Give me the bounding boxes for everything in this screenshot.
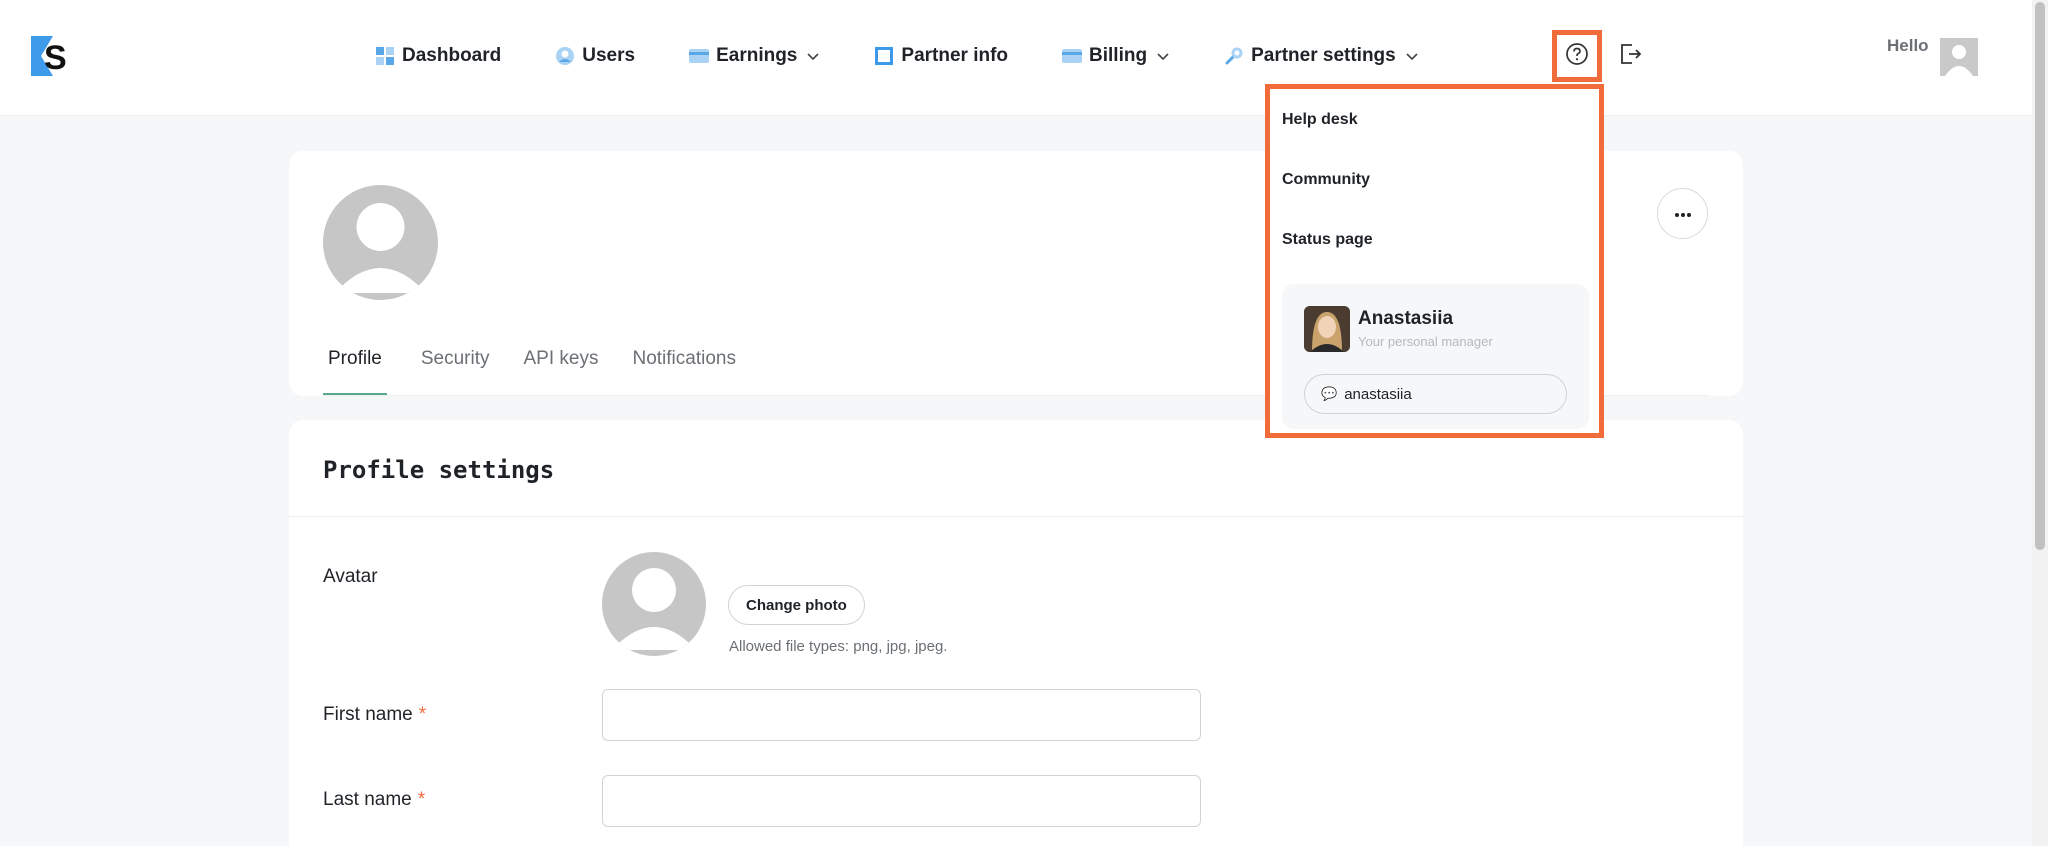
file-type-hint: Allowed file types: png, jpg, jpeg. xyxy=(729,638,948,655)
nav-earnings-label: Earnings xyxy=(716,45,798,66)
logout-icon xyxy=(1617,41,1643,72)
svg-text:S: S xyxy=(44,39,67,76)
card-icon xyxy=(689,46,710,66)
help-button[interactable] xyxy=(1552,30,1602,82)
card-icon xyxy=(1062,46,1083,66)
manager-photo xyxy=(1304,306,1350,352)
user-avatar[interactable] xyxy=(1940,38,1978,76)
profile-avatar xyxy=(323,185,438,300)
question-circle-icon xyxy=(1565,42,1589,71)
more-horizontal-icon xyxy=(1674,205,1692,223)
change-photo-button[interactable]: Change photo xyxy=(728,585,865,625)
tab-notifications[interactable]: Notifications xyxy=(632,339,736,396)
nav-users-label: Users xyxy=(582,45,636,66)
nav-earnings[interactable]: Earnings xyxy=(689,36,820,76)
manager-role: Your personal manager xyxy=(1358,334,1493,349)
nav-partner-info-label: Partner info xyxy=(901,45,1009,66)
menu-item-community[interactable]: Community xyxy=(1282,171,1370,189)
help-dropdown-menu: Help desk Community Status page Anastasi… xyxy=(1265,84,1604,438)
chevron-down-icon xyxy=(1405,49,1419,63)
tab-security[interactable]: Security xyxy=(421,339,490,396)
section-title: Profile settings xyxy=(323,456,555,484)
wrench-icon xyxy=(1224,46,1244,66)
scrollbar-thumb[interactable] xyxy=(2035,2,2045,550)
manager-chat-handle: anastasiia xyxy=(1344,385,1412,403)
chevron-down-icon xyxy=(806,49,820,63)
profile-tabs: Profile Security API keys Notifications xyxy=(323,339,770,396)
more-options-button[interactable] xyxy=(1657,188,1708,239)
user-circle-icon xyxy=(555,46,575,66)
main-nav: Dashboard Users Earnings Partner info Bi… xyxy=(375,0,1419,112)
nav-dashboard-label: Dashboard xyxy=(402,45,502,66)
first-name-label: First name * xyxy=(323,704,426,726)
zs-logo-icon[interactable]: S xyxy=(31,36,69,77)
last-name-label-text: Last name xyxy=(323,789,412,810)
nav-partner-settings[interactable]: Partner settings xyxy=(1224,36,1419,76)
square-info-icon xyxy=(874,46,894,66)
page-scrollbar[interactable] xyxy=(2032,0,2048,846)
greeting-text: Hello xyxy=(1887,36,1929,55)
nav-billing[interactable]: Billing xyxy=(1062,36,1170,76)
manager-name: Anastasiia xyxy=(1358,308,1454,329)
personal-manager-card: Anastasiia Your personal manager 💬 anast… xyxy=(1282,284,1589,429)
required-mark: * xyxy=(418,704,427,725)
chevron-down-icon xyxy=(1156,49,1170,63)
section-divider xyxy=(289,516,1743,517)
tab-api-keys[interactable]: API keys xyxy=(524,339,599,396)
nav-billing-label: Billing xyxy=(1089,45,1148,66)
menu-item-status-page[interactable]: Status page xyxy=(1282,231,1373,249)
last-name-label: Last name * xyxy=(323,789,425,811)
chat-bubble-icon: 💬 xyxy=(1321,386,1338,401)
profile-settings-card: Profile settings Avatar Change photo All… xyxy=(289,420,1743,846)
tab-profile[interactable]: Profile xyxy=(323,339,387,396)
nav-users[interactable]: Users xyxy=(555,36,635,76)
nav-dashboard[interactable]: Dashboard xyxy=(375,36,501,76)
last-name-input[interactable] xyxy=(602,775,1201,827)
first-name-label-text: First name xyxy=(323,704,413,725)
required-mark: * xyxy=(417,789,426,810)
menu-item-help-desk[interactable]: Help desk xyxy=(1282,111,1358,129)
nav-partner-settings-label: Partner settings xyxy=(1251,45,1396,66)
logout-button[interactable] xyxy=(1614,40,1646,72)
avatar-preview xyxy=(602,552,706,656)
dashboard-grid-icon xyxy=(375,46,395,66)
top-header: S Dashboard Users Earnings Partner info … xyxy=(0,0,2048,116)
first-name-input[interactable] xyxy=(602,689,1201,741)
nav-partner-info[interactable]: Partner info xyxy=(874,36,1008,76)
manager-chat-button[interactable]: 💬 anastasiia xyxy=(1304,374,1567,414)
avatar-label: Avatar xyxy=(323,566,378,587)
